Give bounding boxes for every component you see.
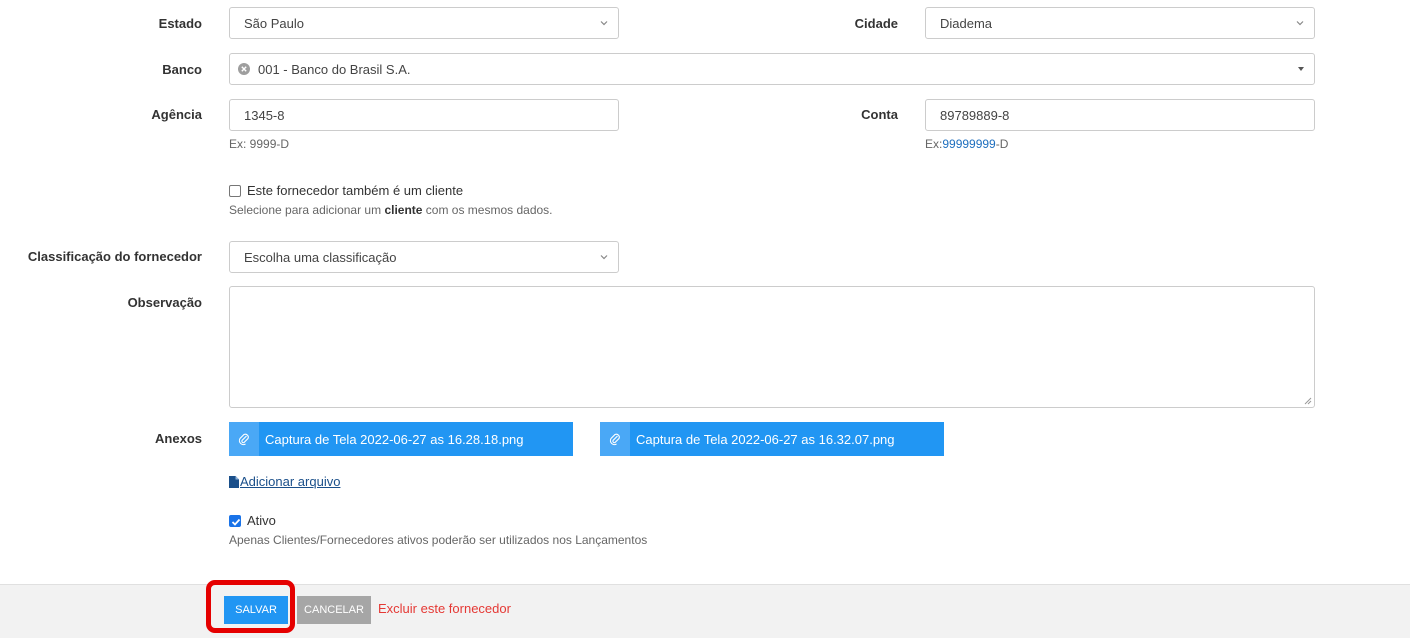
cliente-help-bold: cliente <box>384 203 423 217</box>
conta-help-digits: 99999999 <box>942 137 996 151</box>
observacao-textarea[interactable] <box>229 286 1315 408</box>
resize-handle-icon[interactable] <box>1304 397 1312 405</box>
classificacao-value: Escolha uma classificação <box>244 249 397 265</box>
ativo-label: Ativo <box>247 513 276 528</box>
anexos-label: Anexos <box>155 431 202 446</box>
observacao-label: Observação <box>127 295 202 310</box>
attachment-name: Captura de Tela 2022-06-27 as 16.28.18.p… <box>265 431 524 447</box>
cidade-label: Cidade <box>854 16 898 31</box>
ativo-help: Apenas Clientes/Fornecedores ativos pode… <box>229 533 648 547</box>
add-file-label: Adicionar arquivo <box>240 474 341 489</box>
ativo-checkbox[interactable] <box>229 515 241 527</box>
chevron-down-icon <box>600 21 608 26</box>
classificacao-label: Classificação do fornecedor <box>27 249 202 264</box>
banco-select[interactable]: 001 - Banco do Brasil S.A. <box>229 53 1315 85</box>
estado-value: São Paulo <box>244 15 304 31</box>
paperclip-icon <box>600 422 630 456</box>
chevron-down-icon <box>1296 21 1304 26</box>
agencia-value: 1345-8 <box>244 107 285 123</box>
cliente-help: Selecione para adicionar um cliente com … <box>229 203 553 217</box>
check-icon <box>231 518 241 526</box>
chevron-down-icon <box>600 255 608 260</box>
clear-icon[interactable] <box>238 63 250 75</box>
cliente-checkbox[interactable] <box>229 185 241 197</box>
attachment-item[interactable]: Captura de Tela 2022-06-27 as 16.28.18.p… <box>229 422 573 456</box>
caret-down-icon <box>1298 67 1304 71</box>
attachment-item[interactable]: Captura de Tela 2022-06-27 as 16.32.07.p… <box>600 422 944 456</box>
agencia-label: Agência <box>151 107 202 122</box>
save-highlight-annotation <box>206 580 295 633</box>
cliente-checkbox-label: Este fornecedor também é um cliente <box>247 183 464 198</box>
banco-label: Banco <box>162 62 202 77</box>
conta-label: Conta <box>861 107 898 122</box>
delete-supplier-link[interactable]: Excluir este fornecedor <box>378 601 511 616</box>
conta-help-suffix: -D <box>995 137 1009 151</box>
agencia-input[interactable]: 1345-8 <box>229 99 619 131</box>
add-file-link[interactable]: Adicionar arquivo <box>229 474 340 489</box>
cliente-help-after: com os mesmos dados. <box>422 203 553 217</box>
banco-value: 001 - Banco do Brasil S.A. <box>258 61 411 77</box>
cidade-value: Diadema <box>940 15 993 31</box>
cliente-help-before: Selecione para adicionar um <box>229 203 385 217</box>
cancel-button[interactable]: CANCELAR <box>297 596 371 624</box>
conta-value: 89789889-8 <box>940 107 1010 123</box>
classificacao-select[interactable]: Escolha uma classificação <box>229 241 619 273</box>
conta-input[interactable]: 89789889-8 <box>925 99 1315 131</box>
agencia-help: Ex: 9999-D <box>229 137 290 151</box>
attachment-name: Captura de Tela 2022-06-27 as 16.32.07.p… <box>636 431 895 447</box>
conta-help-prefix: Ex: <box>925 137 943 151</box>
estado-select[interactable]: São Paulo <box>229 7 619 39</box>
cidade-select[interactable]: Diadema <box>925 7 1315 39</box>
paperclip-icon <box>229 422 259 456</box>
conta-help: Ex:99999999-D <box>925 137 1008 151</box>
estado-label: Estado <box>158 16 202 31</box>
file-icon <box>229 475 239 488</box>
